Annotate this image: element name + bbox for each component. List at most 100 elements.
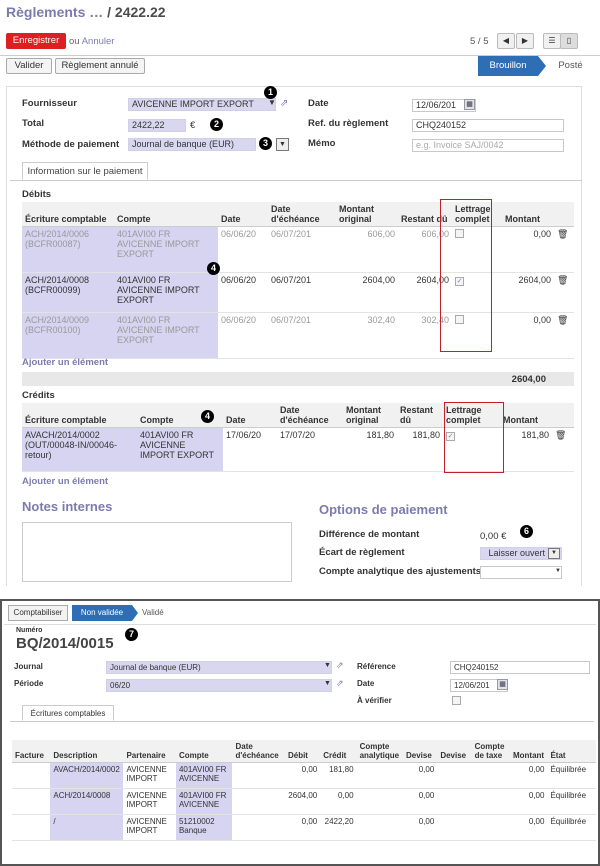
col-amount[interactable]: Montant [502,202,554,227]
col-original[interactable]: Montant original [343,403,397,428]
col-amount[interactable]: Montant [500,403,552,428]
account-cell[interactable]: 401AVI00 FR AVICENNE IMPORT EXPORT [114,226,218,273]
col-account[interactable]: Compte [175,740,233,763]
trash-icon[interactable]: 🗑 [555,430,566,440]
description-cell[interactable]: ACH/2014/0008 [50,788,124,815]
analytic-select[interactable] [480,566,562,579]
dropdown-icon[interactable]: ▼ [548,548,560,559]
supplier-field[interactable]: AVICENNE IMPORT EXPORT [128,98,276,111]
col-date[interactable]: Date [223,403,277,428]
internal-notes-textarea[interactable] [22,522,292,582]
credit-cell[interactable]: 0,00 [320,788,357,815]
caret-down-icon[interactable]: ▼ [324,662,331,669]
col-due-date[interactable]: Date d'échéance [268,202,336,227]
table-row[interactable]: ACH/2014/0008 AVICENNE IMPORT 401AVI00 F… [12,788,596,815]
table-row[interactable]: / AVICENNE IMPORT 51210002 Banque 0,00 2… [12,814,596,841]
account-cell[interactable]: 401AVI00 FR AVICENNE IMPORT EXPORT [114,312,218,359]
col-analytic[interactable]: Compte analytique [356,740,403,763]
discard-button[interactable]: Annuler [82,36,115,47]
col-description[interactable]: Description [50,740,124,763]
entry-cell[interactable]: ACH/2014/0006 (BCFR00087) [22,226,114,273]
dropdown-icon[interactable]: ▼ [276,138,289,151]
col-due-date[interactable]: Date d'échéance [277,403,343,428]
table-row[interactable]: AVACH/2014/0002 AVICENNE IMPORT 401AVI00… [12,762,596,789]
col-entry[interactable]: Écriture comptable [22,403,137,428]
external-link-icon[interactable]: ⇗ [336,678,344,689]
debit-cell[interactable]: 2604,00 [284,788,321,815]
status-post[interactable]: Comptabiliser [8,605,68,621]
trash-icon[interactable]: 🗑 [557,275,568,285]
calendar-icon[interactable]: ▦ [464,99,475,110]
col-invoice[interactable]: Facture [12,740,51,763]
col-due-date[interactable]: Date d'échéance [232,740,285,763]
col-account[interactable]: Compte [114,202,218,227]
partner-cell[interactable]: AVICENNE IMPORT [123,788,176,815]
status-posted2[interactable]: Validé [142,608,164,617]
save-button[interactable]: Enregistrer [6,33,66,49]
account-cell[interactable]: 401AVI00 FR AVICENNE [175,762,233,789]
col-amount[interactable]: Montant [509,740,548,763]
col-currency2[interactable]: Devise [437,740,472,763]
status-posted[interactable]: Posté [548,56,593,76]
journal-field[interactable]: Journal de banque (EUR) [106,661,332,674]
credit-cell[interactable]: 2422,20 [320,814,357,841]
status-draft[interactable]: Brouillon [478,56,538,76]
memo-field[interactable]: e.g. Invoice SAJ/0042 [412,139,564,152]
prev-icon[interactable]: ◀ [497,33,515,49]
payment-ref-field[interactable]: CHQ240152 [412,119,564,132]
amount-cell[interactable]: 0,00 [502,226,554,273]
to-check-checkbox[interactable] [452,696,461,705]
calendar-icon[interactable]: ▦ [497,679,508,690]
tab-payment-info[interactable]: Information sur le paiement [22,162,148,180]
account-cell[interactable]: 401AVI00 FR AVICENNE [175,788,233,815]
external-link-icon[interactable]: ⇗ [280,98,288,109]
list-view-icon[interactable]: ☰ [543,33,561,49]
total-field[interactable]: 2422,22 [128,119,186,132]
col-entry[interactable]: Écriture comptable [22,202,114,227]
caret-down-icon[interactable]: ▼ [324,680,331,687]
partner-cell[interactable]: AVICENNE IMPORT [123,814,176,841]
form-view-icon[interactable]: ▯ [560,33,578,49]
status-unposted[interactable]: Non validée [72,605,132,621]
entry-cell[interactable]: AVACH/2014/0002 (OUT/00048-IN/00046-reto… [22,427,137,472]
account-cell[interactable]: 401AVI00 FR AVICENNE IMPORT EXPORT [114,272,218,313]
col-debit[interactable]: Débit [284,740,321,763]
reference-field[interactable]: CHQ240152 [450,661,590,674]
caret-down-icon[interactable]: ▼ [268,98,276,107]
breadcrumb-parent[interactable]: Règlements … [6,4,103,20]
next-icon[interactable]: ▶ [516,33,534,49]
credit-cell[interactable]: 181,80 [320,762,357,789]
description-cell[interactable]: AVACH/2014/0002 [50,762,124,789]
amount-cell[interactable]: 2604,00 [502,272,554,313]
trash-icon[interactable]: 🗑 [557,315,568,325]
caret-down-icon[interactable]: ▼ [555,568,561,574]
col-tax-account[interactable]: Compte de taxe [471,740,510,763]
partner-cell[interactable]: AVICENNE IMPORT [123,762,176,789]
col-original[interactable]: Montant original [336,202,398,227]
account-cell[interactable]: 51210002 Banque [175,814,233,841]
external-link-icon[interactable]: ⇗ [336,660,344,671]
payment-ref-label: Ref. du règlement [308,118,389,129]
period-field[interactable]: 06/20 [106,679,332,692]
add-debit-line-link[interactable]: Ajouter un élément [22,357,108,368]
debit-cell[interactable]: 0,00 [284,814,321,841]
col-partner[interactable]: Partenaire [123,740,176,763]
amount-cell[interactable]: 181,80 [500,427,552,472]
debit-cell[interactable]: 0,00 [284,762,321,789]
add-credit-line-link[interactable]: Ajouter un élément [22,476,108,487]
trash-icon[interactable]: 🗑 [557,229,568,239]
col-remaining[interactable]: Restant dû [397,403,443,428]
col-state[interactable]: État [547,740,596,763]
col-credit[interactable]: Crédit [320,740,357,763]
col-date[interactable]: Date [218,202,268,227]
description-cell[interactable]: / [50,814,124,841]
col-currency[interactable]: Devise [403,740,438,763]
validate-button[interactable]: Valider [6,58,52,74]
entry-cell[interactable]: ACH/2014/0009 (BCFR00100) [22,312,114,359]
entry-cell[interactable]: ACH/2014/0008 (BCFR00099) [22,272,114,313]
account-cell[interactable]: 401AVI00 FR AVICENNE IMPORT EXPORT [137,427,223,472]
tab-journal-items[interactable]: Écritures comptables [22,705,114,721]
amount-cell[interactable]: 0,00 [502,312,554,359]
payment-method-field[interactable]: Journal de banque (EUR) [128,138,256,151]
cancel-payment-button[interactable]: Règlement annulé [55,58,145,74]
